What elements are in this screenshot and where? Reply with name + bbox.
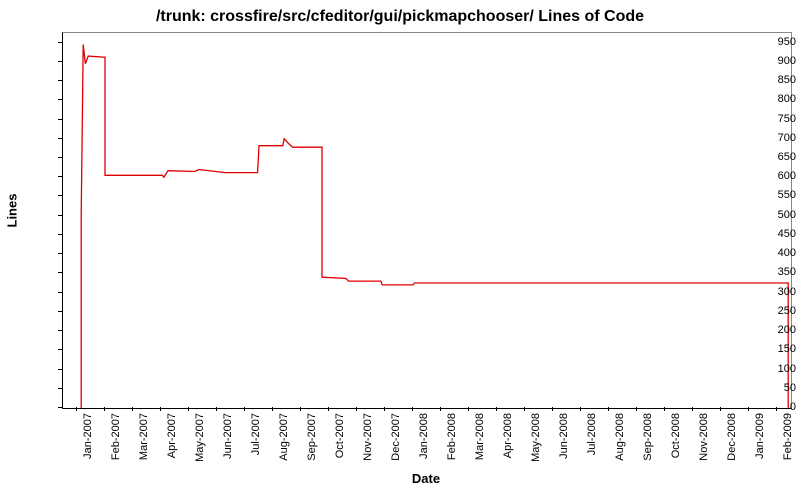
xtick-label: Jun-2007 bbox=[220, 413, 234, 459]
ytick-label: 550 bbox=[740, 189, 800, 201]
x-axis-label: Date bbox=[62, 471, 790, 486]
ytick-label: 350 bbox=[740, 266, 800, 278]
xtick-label: Feb-2008 bbox=[444, 413, 458, 460]
ytick-label: 650 bbox=[740, 151, 800, 163]
ytick-label: 50 bbox=[740, 382, 800, 394]
xtick-label: May-2008 bbox=[528, 413, 542, 462]
ytick-label: 750 bbox=[740, 113, 800, 125]
xtick-label: Feb-2007 bbox=[108, 413, 122, 460]
xtick-label: Jan-2007 bbox=[80, 413, 94, 459]
xtick-label: Aug-2008 bbox=[612, 413, 626, 461]
line-series bbox=[63, 33, 791, 408]
xtick-label: Oct-2007 bbox=[332, 413, 346, 458]
xtick-label: Dec-2007 bbox=[388, 413, 402, 461]
xtick-label: Jul-2007 bbox=[248, 413, 262, 455]
ytick-label: 250 bbox=[740, 305, 800, 317]
ytick-label: 800 bbox=[740, 93, 800, 105]
ytick-label: 400 bbox=[740, 247, 800, 259]
y-axis-label: Lines bbox=[5, 207, 20, 227]
xtick-label: Nov-2007 bbox=[360, 413, 374, 461]
xtick-label: Jan-2008 bbox=[416, 413, 430, 459]
chart-container: /trunk: crossfire/src/cfeditor/gui/pickm… bbox=[0, 0, 800, 500]
ytick-label: 700 bbox=[740, 132, 800, 144]
plot-area bbox=[62, 32, 792, 409]
xtick-label: Apr-2007 bbox=[164, 413, 178, 458]
ytick-label: 200 bbox=[740, 324, 800, 336]
xtick-label: Jan-2009 bbox=[752, 413, 766, 459]
xtick-label: Aug-2007 bbox=[276, 413, 290, 461]
ytick-label: 100 bbox=[740, 363, 800, 375]
xtick-label: Apr-2008 bbox=[500, 413, 514, 458]
ytick-label: 450 bbox=[740, 228, 800, 240]
xtick-label: Jun-2008 bbox=[556, 413, 570, 459]
ytick-label: 0 bbox=[740, 401, 800, 413]
xtick-label: Sep-2008 bbox=[640, 413, 654, 461]
chart-title: /trunk: crossfire/src/cfeditor/gui/pickm… bbox=[0, 8, 800, 26]
ytick-label: 600 bbox=[740, 170, 800, 182]
xtick-label: Feb-2009 bbox=[780, 413, 794, 460]
xtick-label: Dec-2008 bbox=[724, 413, 738, 461]
ytick-label: 150 bbox=[740, 343, 800, 355]
ytick-label: 300 bbox=[740, 286, 800, 298]
xtick-label: Jul-2008 bbox=[584, 413, 598, 455]
ytick-label: 900 bbox=[740, 55, 800, 67]
xtick-label: Oct-2008 bbox=[668, 413, 682, 458]
xtick-label: Mar-2007 bbox=[136, 413, 150, 460]
ytick-label: 500 bbox=[740, 209, 800, 221]
xtick-label: May-2007 bbox=[192, 413, 206, 462]
xtick-label: Sep-2007 bbox=[304, 413, 318, 461]
xtick-label: Nov-2008 bbox=[696, 413, 710, 461]
ytick-label: 950 bbox=[740, 36, 800, 48]
xtick-label: Mar-2008 bbox=[472, 413, 486, 460]
ytick-label: 850 bbox=[740, 74, 800, 86]
